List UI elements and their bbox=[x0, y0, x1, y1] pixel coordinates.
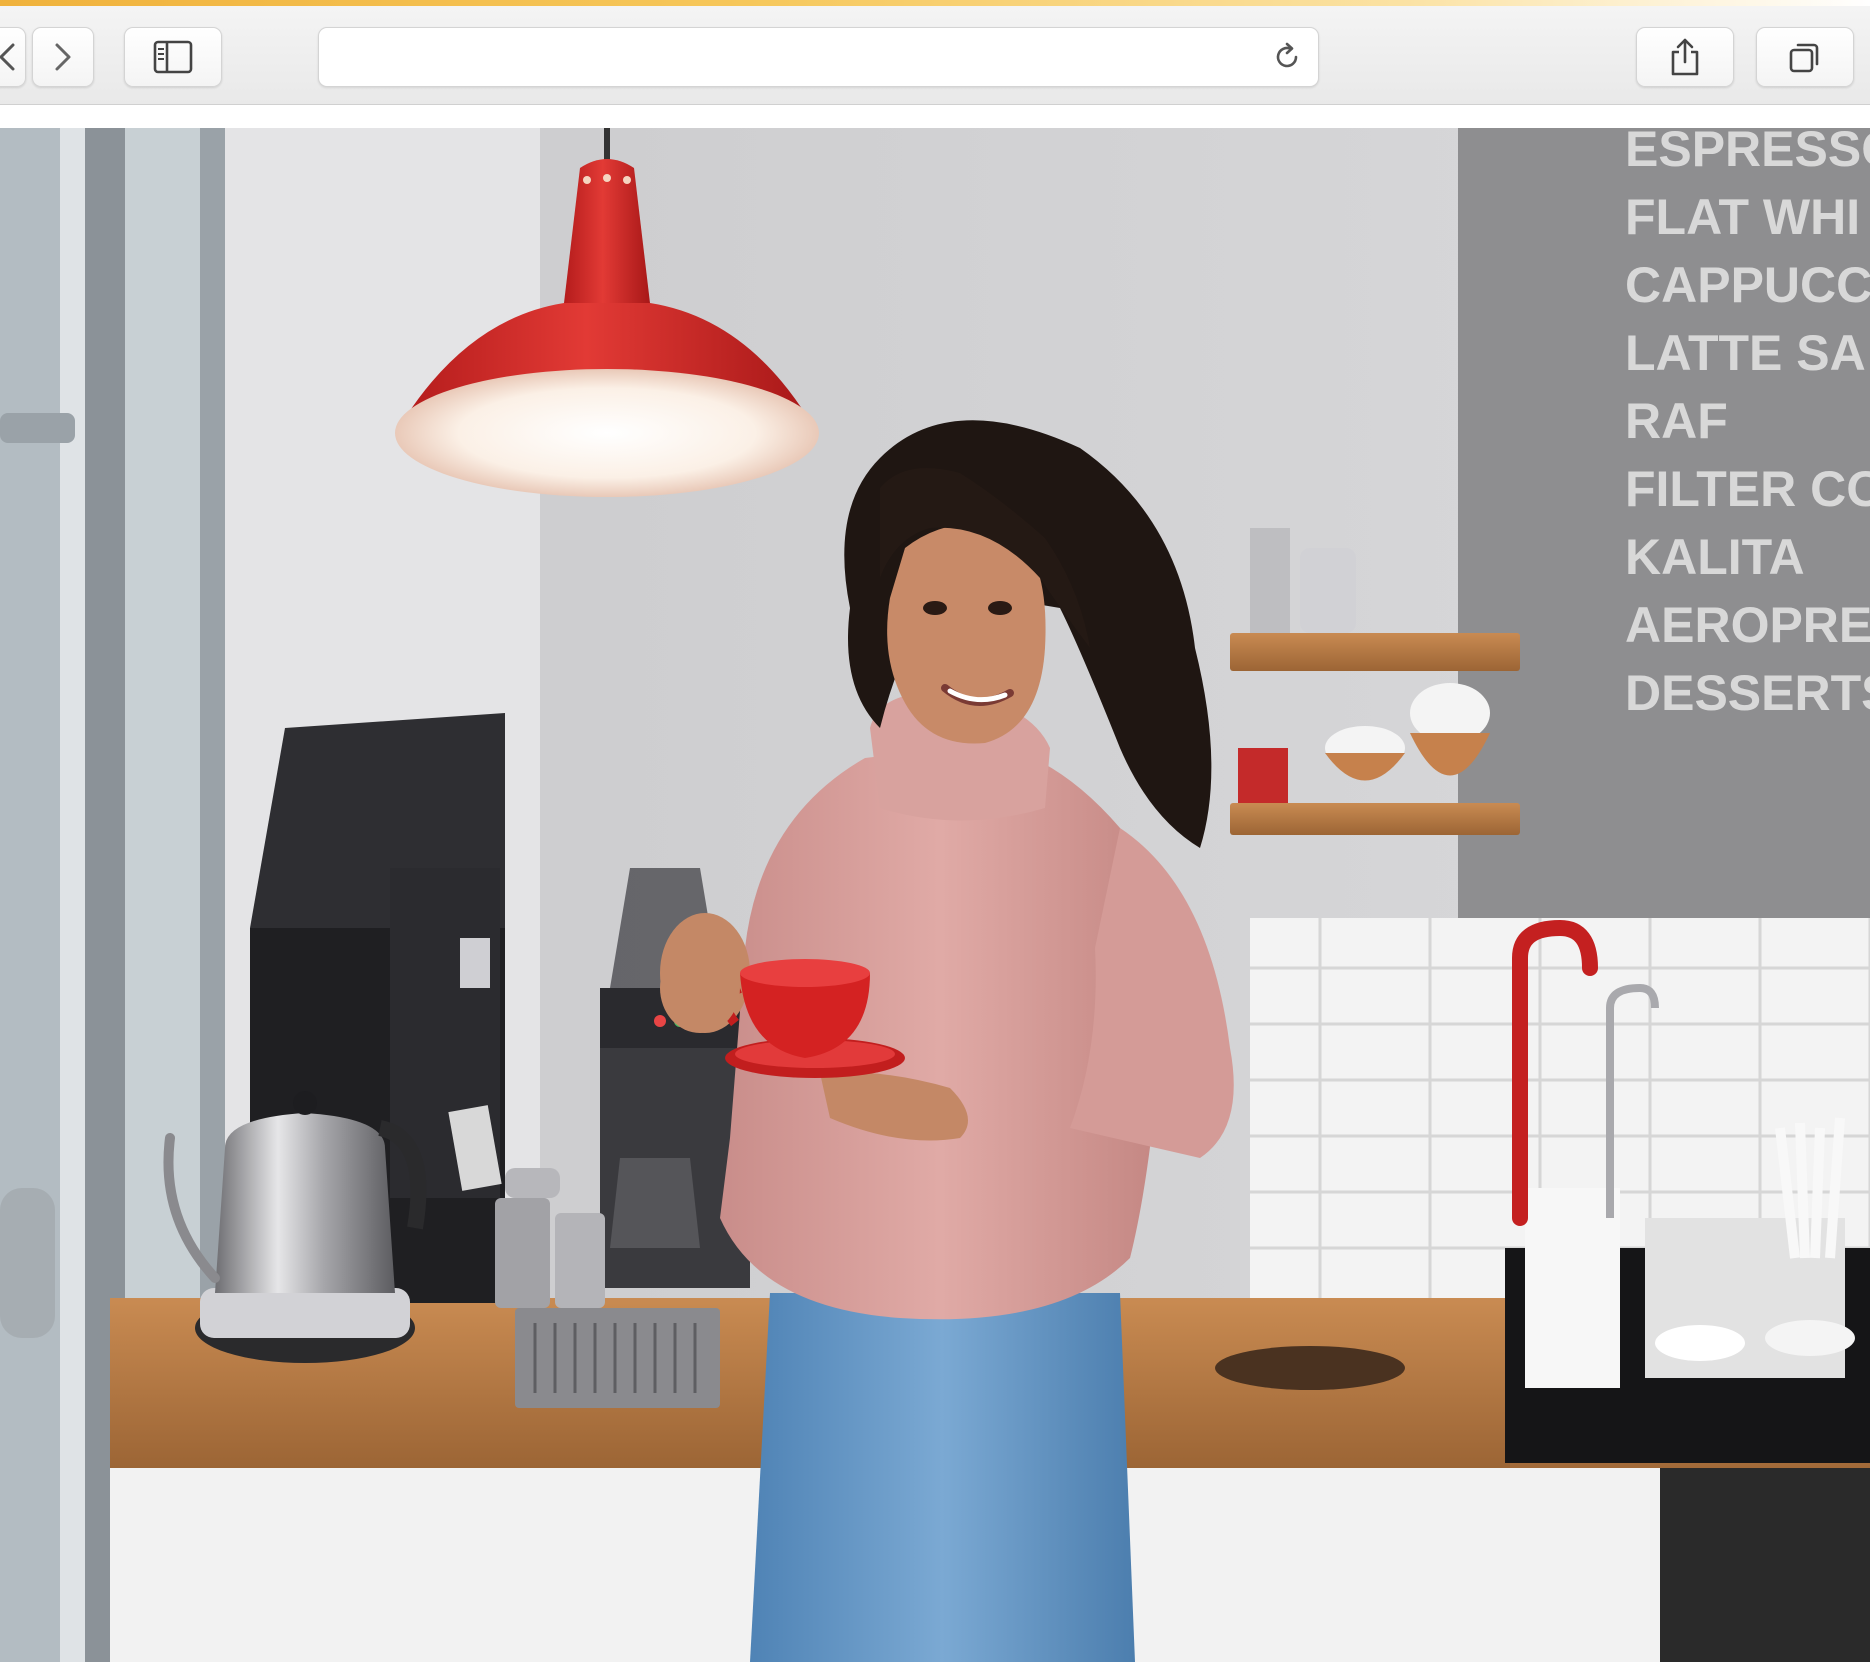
share-button[interactable] bbox=[1636, 27, 1734, 87]
menu-item: ESPRESSO bbox=[1625, 128, 1870, 177]
reload-icon bbox=[1276, 42, 1298, 68]
sidebar-button[interactable] bbox=[124, 27, 222, 87]
browser-toolbar bbox=[0, 6, 1870, 105]
reload-button[interactable] bbox=[1270, 40, 1304, 74]
forward-button[interactable] bbox=[32, 27, 94, 87]
sidebar-icon bbox=[153, 40, 193, 74]
tabs-icon bbox=[1789, 43, 1819, 73]
shelf-lower bbox=[1230, 803, 1520, 835]
back-button[interactable] bbox=[0, 27, 26, 87]
menu-item: LATTE SA bbox=[1625, 325, 1866, 381]
chevron-left-icon bbox=[0, 43, 15, 71]
menu-item: AEROPRES bbox=[1625, 597, 1870, 653]
address-input[interactable] bbox=[339, 28, 1243, 88]
menu-item: CAPPUCCI bbox=[1625, 257, 1870, 313]
menu-item: FLAT WHI bbox=[1625, 189, 1860, 245]
menu-item: DESSERTS bbox=[1625, 665, 1870, 721]
shelf-upper bbox=[1230, 633, 1520, 671]
menu-item: RAF bbox=[1625, 393, 1728, 449]
address-bar[interactable] bbox=[318, 27, 1319, 88]
chevron-right-icon bbox=[55, 43, 71, 71]
tabs-button[interactable] bbox=[1756, 27, 1854, 87]
menu-item: FILTER CO bbox=[1625, 461, 1870, 517]
cafe-illustration: ESPRESSO FLAT WHI CAPPUCCI LATTE SA RAF … bbox=[0, 128, 1870, 1662]
share-icon bbox=[1671, 38, 1699, 76]
cafe-photo: ESPRESSO FLAT WHI CAPPUCCI LATTE SA RAF … bbox=[0, 128, 1870, 1662]
menu-item: KALITA bbox=[1625, 529, 1805, 585]
